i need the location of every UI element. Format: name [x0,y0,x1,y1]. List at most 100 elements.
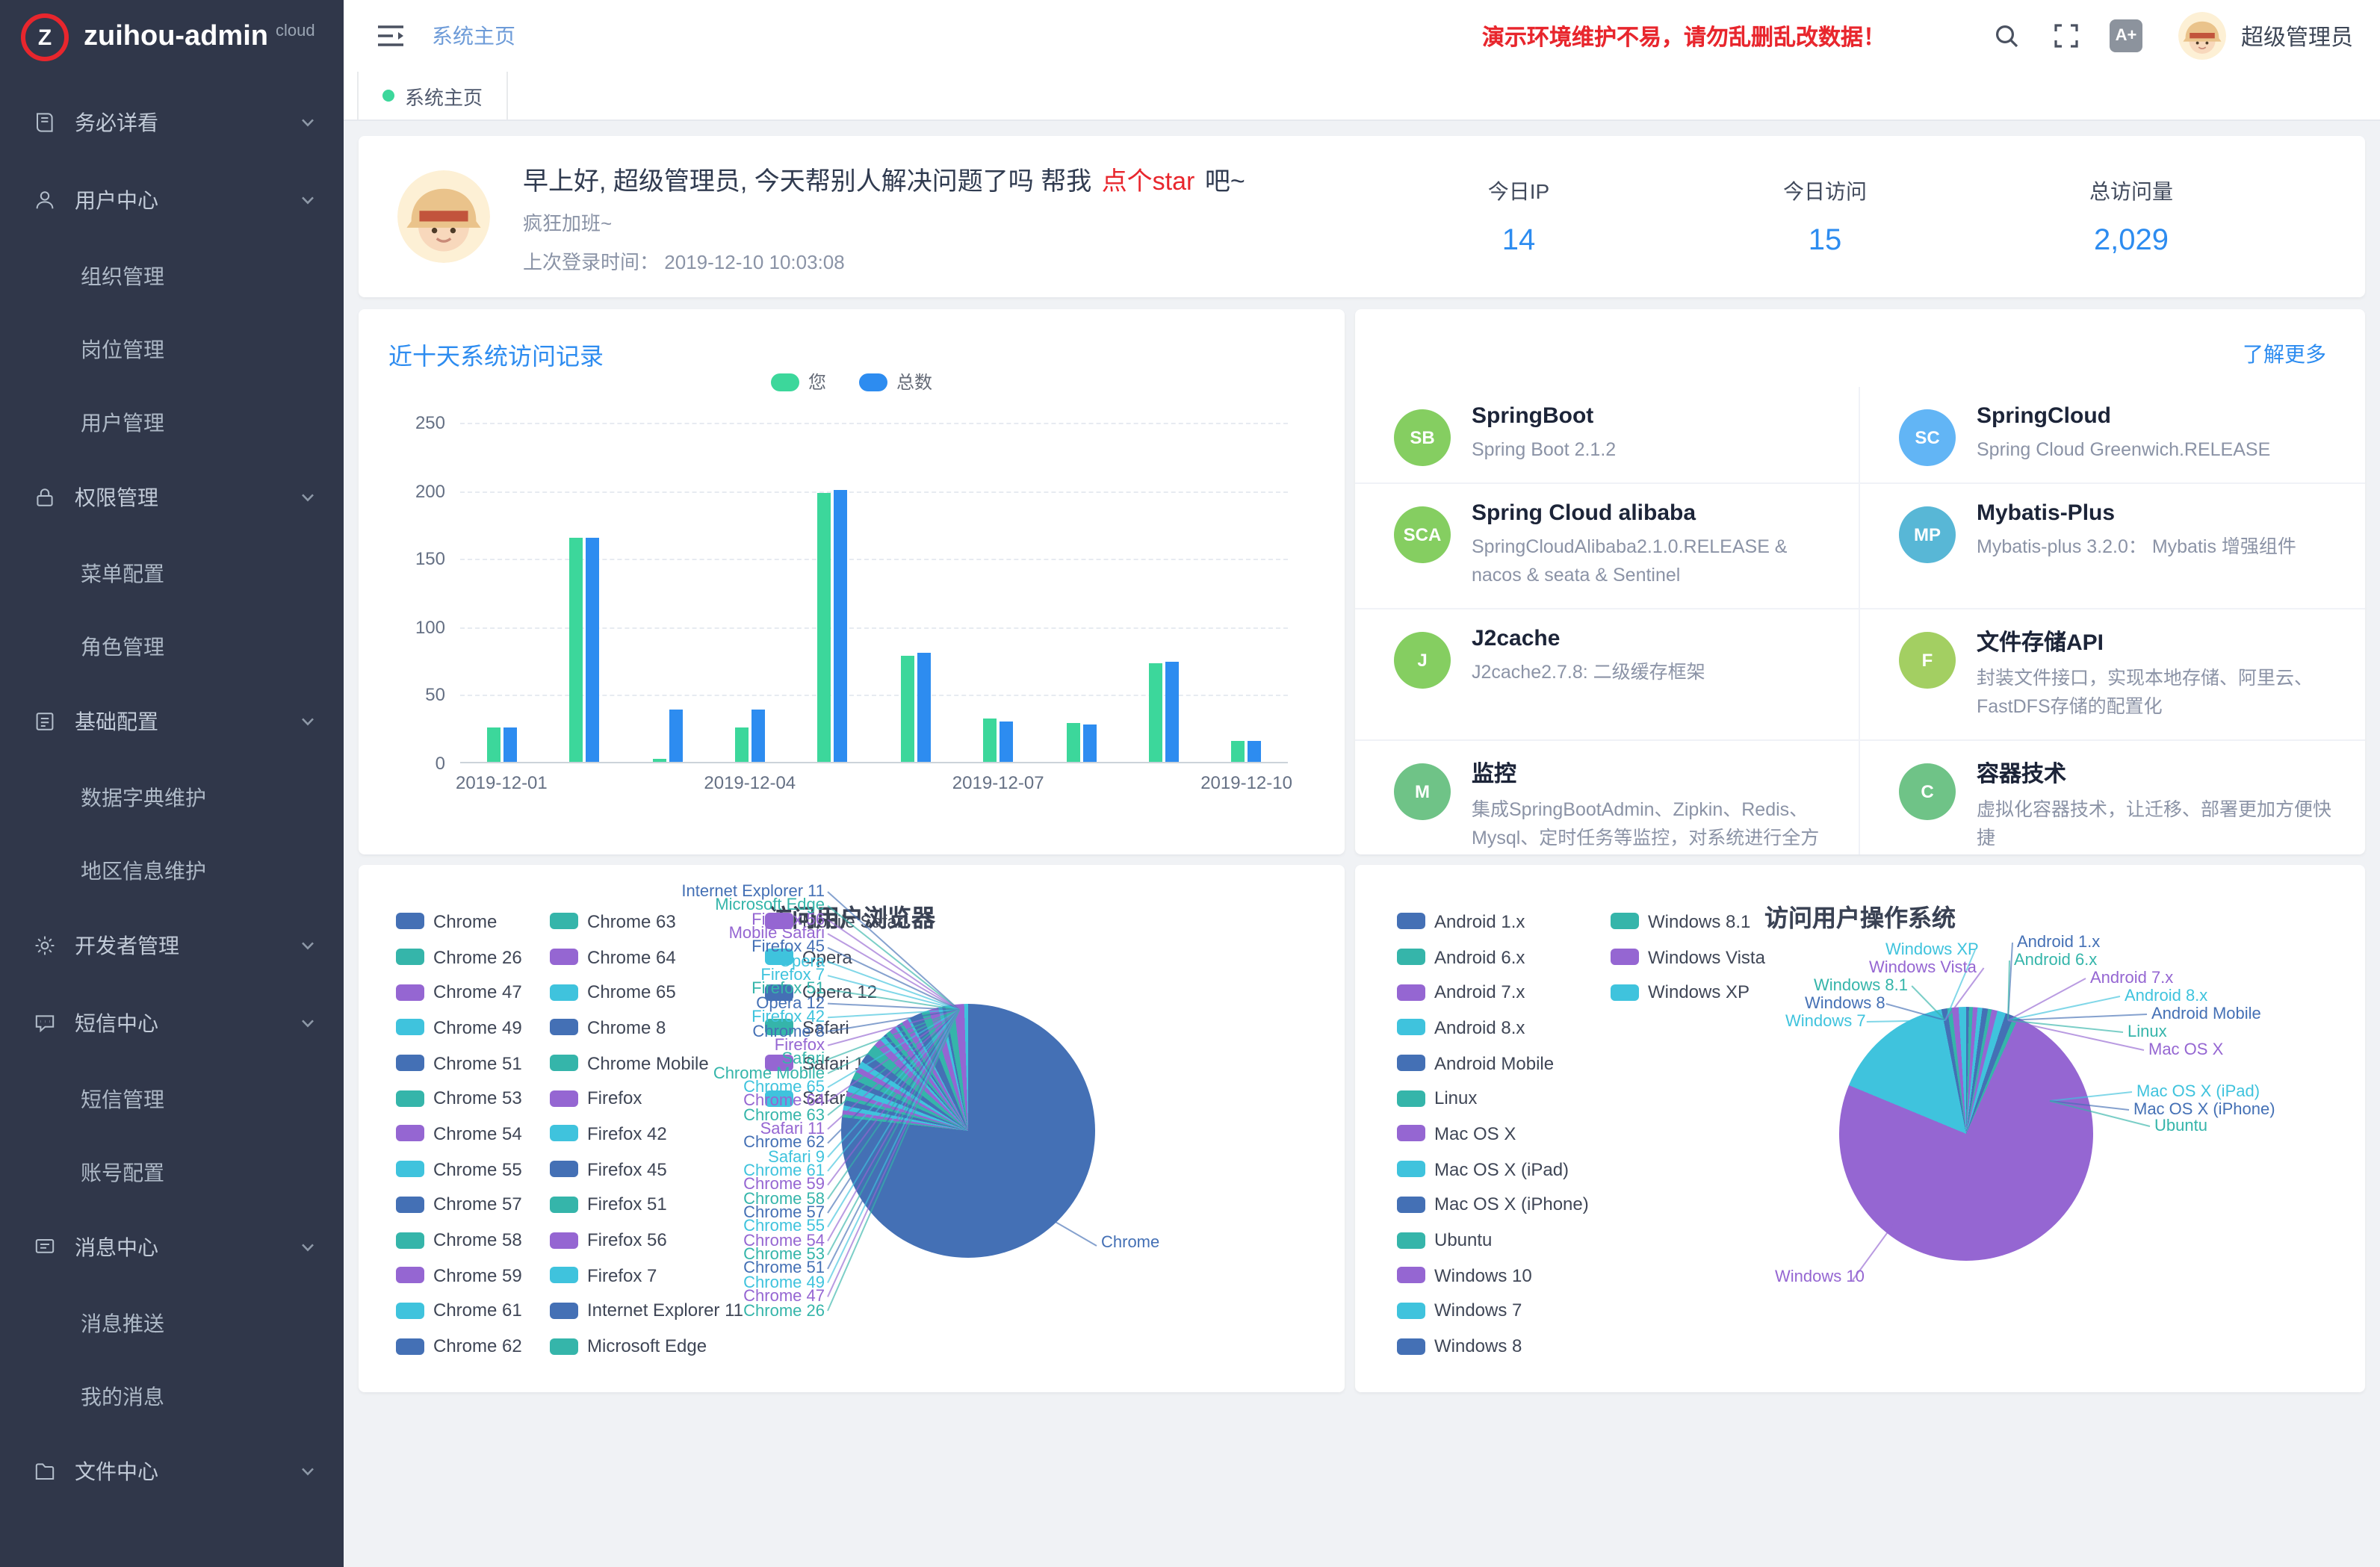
legend-item[interactable]: Firefox 45 [550,1152,743,1187]
pie-callout-label: Chrome [1101,1234,1159,1252]
message-icon [33,1235,57,1259]
legend-item[interactable]: Chrome 53 [396,1081,522,1116]
username[interactable]: 超级管理员 [2241,20,2353,52]
legend-item[interactable]: Chrome 63 [550,904,743,939]
legend-label: Firefox 51 [587,1194,667,1215]
sidebar-subitem[interactable]: 消息推送 [0,1286,344,1359]
y-axis-tick-label: 200 [415,480,445,501]
legend-item[interactable]: Chrome 51 [396,1046,522,1081]
legend-item[interactable]: Windows 7 [1397,1293,1589,1328]
legend-item[interactable]: Ubuntu [1397,1222,1589,1257]
sidebar-subitem[interactable]: 账号配置 [0,1135,344,1208]
x-axis-tick-label: 2019-12-04 [704,772,796,793]
sidebar-subitem[interactable]: 菜单配置 [0,536,344,609]
legend-item[interactable]: Chrome 47 [396,975,522,1010]
legend-swatch [1611,913,1639,930]
legend-item[interactable]: Linux [1397,1081,1589,1116]
legend-item[interactable]: Mac OS X [1397,1116,1589,1151]
legend-swatch [396,913,424,930]
legend-item[interactable]: Chrome 8 [550,1010,743,1045]
bar-segment [900,656,914,762]
legend-item[interactable]: Firefox 56 [550,1222,743,1257]
sidebar-item-2[interactable]: 权限管理 [0,459,344,536]
sidebar-subitem[interactable]: 岗位管理 [0,312,344,385]
stats: 今日IP 14 今日访问 15 总访问量 2,029 [1366,176,2326,258]
stat-today-ip: 今日IP 14 [1366,176,1672,258]
legend-item[interactable]: Chrome 62 [396,1329,522,1364]
legend-item[interactable]: Microsoft Edge [550,1329,743,1364]
legend-item[interactable]: Windows XP [1611,975,1765,1010]
legend-item[interactable]: Firefox 7 [550,1258,743,1293]
legend-item[interactable]: Mac OS X (iPad) [1397,1152,1589,1187]
legend-item[interactable]: Firefox 51 [550,1187,743,1222]
legend-item[interactable]: Chrome 59 [396,1258,522,1293]
legend-item[interactable]: Windows Vista [1611,939,1765,974]
bar-plot: 2019-12-012019-12-042019-12-072019-12-10 [460,423,1288,763]
sidebar-subitem[interactable]: 组织管理 [0,239,344,312]
legend-item[interactable]: Internet Explorer 11 [550,1293,743,1328]
sidebar-subitem[interactable]: 我的消息 [0,1359,344,1433]
y-axis-labels: 050100150200250 [388,423,460,763]
legend-item[interactable]: Chrome 61 [396,1293,522,1328]
legend-swatch [550,984,578,1000]
fullscreen-icon[interactable] [2053,22,2080,49]
legend-item[interactable]: Android 1.x [1397,904,1589,939]
tech-info: Spring Cloud alibabaSpringCloudAlibaba2.… [1472,500,1826,592]
star-link[interactable]: 点个star [1102,167,1195,195]
legend-item[interactable]: Windows 10 [1397,1258,1589,1293]
legend-item[interactable]: Android 8.x [1397,1010,1589,1045]
sidebar-subitem-label: 短信管理 [81,1084,164,1114]
legend-item[interactable]: Mac OS X (iPhone) [1397,1187,1589,1222]
sidebar-item-6[interactable]: 消息中心 [0,1208,344,1286]
collapse-menu-icon[interactable] [376,24,405,48]
sidebar-item-3[interactable]: 基础配置 [0,683,344,760]
sidebar-subitem[interactable]: 用户管理 [0,385,344,459]
sidebar-item-1[interactable]: 用户中心 [0,161,344,239]
legend-item[interactable]: Firefox [550,1081,743,1116]
legend-label: Firefox 42 [587,1123,667,1144]
legend-item[interactable]: Android Mobile [1397,1046,1589,1081]
tech-item: SBSpringBootSpring Boot 2.1.2 [1355,387,1860,484]
user-avatar[interactable] [2178,12,2226,60]
sidebar-subitem[interactable]: 角色管理 [0,609,344,683]
chart-title: 近十天系统访问记录 [388,336,1315,372]
search-icon[interactable] [1993,22,2020,49]
legend-item[interactable]: Chrome [396,904,522,939]
sidebar-subitem[interactable]: 数据字典维护 [0,760,344,834]
legend-item[interactable]: Chrome 64 [550,939,743,974]
sidebar: Z zuihou-admin cloud 务必详看用户中心组织管理岗位管理用户管… [0,0,344,1567]
legend-item[interactable]: 总数 [859,369,932,394]
legend-item[interactable]: 您 [771,369,826,394]
learn-more-link[interactable]: 了解更多 [2243,339,2326,369]
sidebar-subitem[interactable]: 地区信息维护 [0,834,344,907]
legend-item[interactable]: Chrome 55 [396,1152,522,1187]
pie-callout-label: Windows XP [1885,941,1979,959]
legend-item[interactable]: Windows 8 [1397,1329,1589,1364]
legend-item[interactable]: Chrome 26 [396,939,522,974]
tab-active-dot [382,90,394,102]
bar-segment [1165,663,1179,762]
sidebar-item-5[interactable]: 短信中心 [0,984,344,1062]
bar-group [791,423,874,762]
legend-item[interactable]: Windows 8.1 [1611,904,1765,939]
legend-item[interactable]: Chrome 65 [550,975,743,1010]
legend-swatch [550,1303,578,1319]
greeting-prefix: 早上好, 超级管理员, 今天帮别人解决问题了吗 帮我 [523,167,1099,195]
sidebar-item-7[interactable]: 文件中心 [0,1433,344,1510]
legend-swatch [396,949,424,965]
legend-item[interactable]: Chrome 58 [396,1222,522,1257]
legend-item[interactable]: Chrome 57 [396,1187,522,1222]
sidebar-item-4[interactable]: 开发者管理 [0,907,344,984]
sidebar-item-0[interactable]: 务必详看 [0,84,344,161]
legend-swatch [1397,1020,1425,1036]
visits-chart-card: 近十天系统访问记录 您 总数 050100150200250 2019-12-01… [359,309,1345,854]
breadcrumb[interactable]: 系统主页 [432,21,515,51]
legend-item[interactable]: Chrome 54 [396,1116,522,1151]
legend-item[interactable]: Firefox 42 [550,1116,743,1151]
legend-item[interactable]: Android 7.x [1397,975,1589,1010]
legend-item[interactable]: Android 6.x [1397,939,1589,974]
font-size-icon[interactable]: A+ [2110,19,2142,52]
tab-home[interactable]: 系统主页 [357,72,508,120]
sidebar-subitem[interactable]: 短信管理 [0,1062,344,1135]
legend-item[interactable]: Chrome 49 [396,1010,522,1045]
